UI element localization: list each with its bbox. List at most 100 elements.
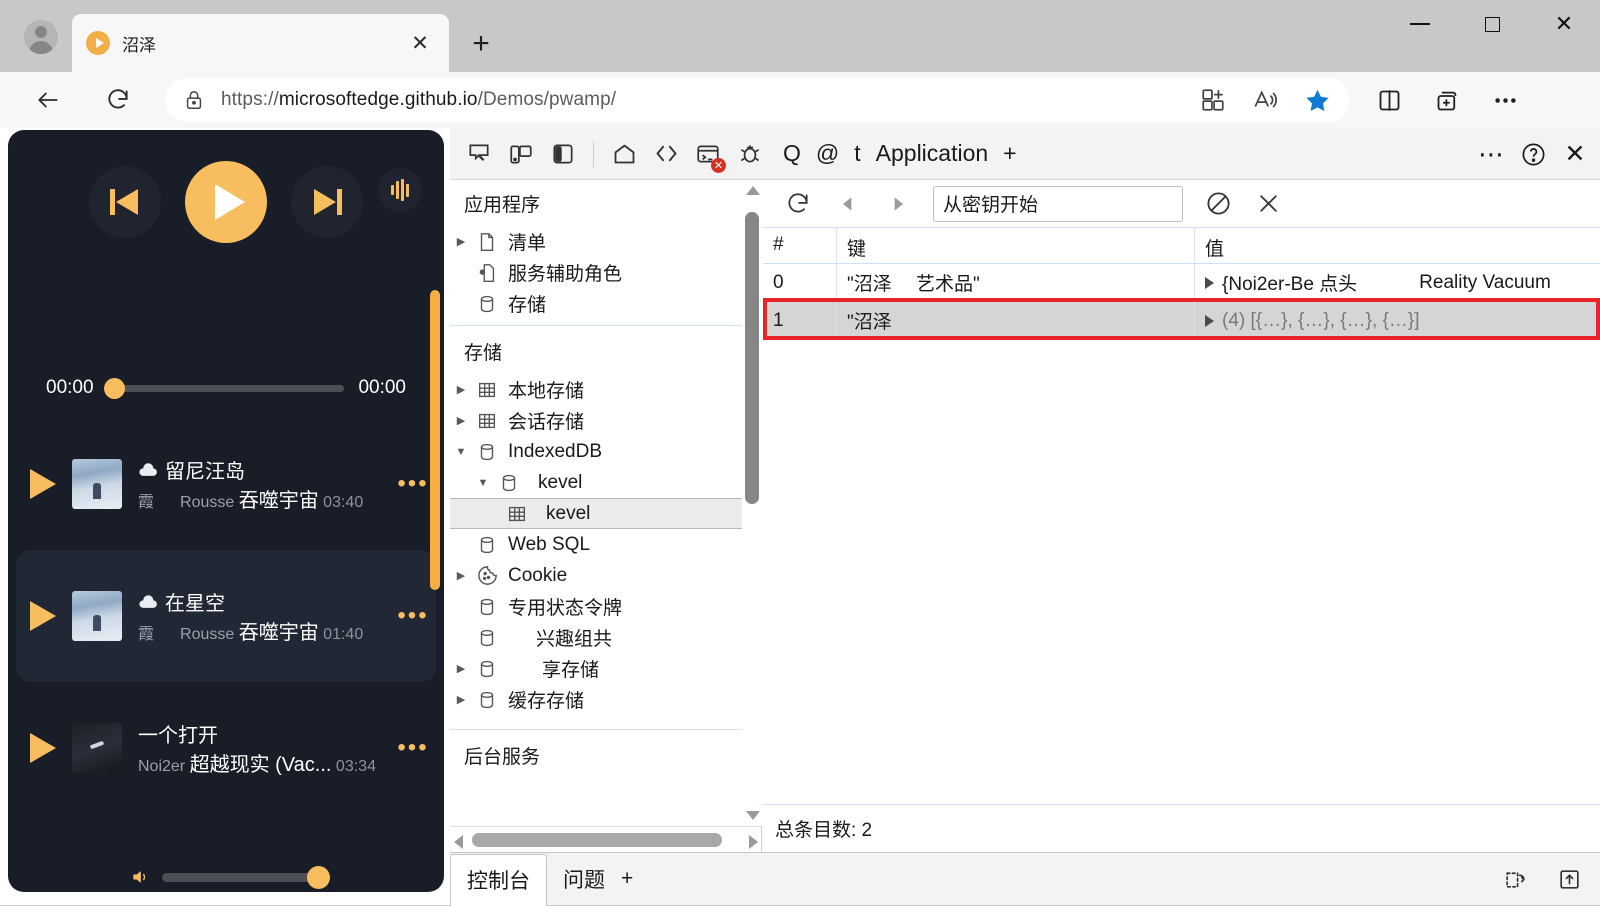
settings-more-icon[interactable] — [1478, 80, 1532, 120]
volume-icon — [130, 867, 150, 887]
expand-triangle-icon[interactable] — [1205, 315, 1214, 327]
tab-t[interactable]: t — [852, 134, 862, 173]
home-icon[interactable] — [603, 134, 645, 174]
scroll-down-arrow-icon[interactable] — [746, 811, 760, 820]
scroll-up-arrow-icon[interactable] — [746, 186, 760, 195]
sidebar-item-local-storage[interactable]: ▶ 本地存储 — [450, 374, 761, 405]
sidebar-item-cookies[interactable]: ▶ Cookie — [450, 560, 761, 591]
scrollbar-thumb[interactable] — [472, 833, 722, 847]
play-track-icon[interactable] — [30, 601, 56, 631]
list-item[interactable]: 留尼汪岛 霞Rousse 吞噬宇宙 03:40 ••• — [16, 418, 436, 550]
collections-icon[interactable] — [1420, 80, 1474, 120]
next-track-button[interactable] — [291, 166, 363, 238]
dock-side-icon[interactable] — [542, 134, 584, 174]
address-bar[interactable]: https://microsoftedge.github.io/Demos/pw… — [165, 78, 1350, 122]
more-tools-icon[interactable]: ⋯ — [1470, 134, 1512, 174]
sidebar-item-database-kevel[interactable]: ▼ kevel — [450, 467, 761, 498]
profile-button[interactable] — [10, 8, 72, 66]
scroll-left-arrow-icon[interactable] — [454, 835, 463, 849]
favorite-star-icon[interactable] — [1294, 81, 1340, 119]
sidebar-item-session-storage[interactable]: ▶ 会话存储 — [450, 405, 761, 436]
refresh-icon[interactable] — [775, 184, 821, 224]
delete-selected-icon[interactable] — [1245, 184, 1291, 224]
previous-page-icon[interactable] — [825, 184, 871, 224]
list-item[interactable]: 一个打开 Noi2er 超越现实 (Vac... 03:34 ••• — [16, 682, 436, 814]
play-track-icon[interactable] — [30, 469, 56, 499]
volume-handle[interactable] — [307, 866, 330, 889]
divider — [450, 325, 761, 326]
inspect-element-icon[interactable] — [458, 134, 500, 174]
sidebar-item-private-state-tokens[interactable]: 专用状态令牌 — [450, 591, 761, 622]
browser-tab[interactable]: 沼泽 ✕ — [72, 14, 449, 72]
sidebar-vertical-scrollbar[interactable] — [742, 180, 762, 826]
sidebar-item-indexeddb[interactable]: ▼ IndexedDB — [450, 436, 761, 467]
minimize-button[interactable] — [1384, 0, 1456, 48]
play-button[interactable] — [185, 161, 267, 243]
expand-triangle-icon[interactable] — [1205, 277, 1214, 289]
chevron-right-icon[interactable]: ▶ — [450, 569, 472, 582]
chevron-right-icon[interactable]: ▶ — [450, 414, 472, 427]
volume-slider[interactable] — [162, 873, 322, 882]
sidebar-item-interest-groups[interactable]: 兴趣组共 — [450, 622, 761, 653]
drawer-tab-issues[interactable]: 问题 — [547, 853, 621, 905]
previous-track-button[interactable] — [89, 166, 161, 238]
maximize-button[interactable] — [1456, 0, 1528, 48]
read-aloud-icon[interactable] — [1242, 81, 1288, 119]
reload-button[interactable] — [96, 78, 140, 122]
chevron-down-icon[interactable]: ▼ — [450, 446, 472, 458]
tab-add[interactable]: + — [1001, 134, 1018, 173]
sidebar-horizontal-scrollbar[interactable] — [450, 826, 762, 852]
help-icon[interactable] — [1512, 134, 1554, 174]
split-screen-icon[interactable] — [1190, 81, 1236, 119]
sidebar-item-service-workers[interactable]: 服务辅助角色 — [450, 257, 761, 288]
console-icon[interactable]: ✕ — [687, 134, 729, 174]
drawer-tab-add[interactable]: + — [621, 853, 649, 905]
tab-application[interactable]: Application — [874, 134, 991, 173]
chevron-right-icon[interactable]: ▶ — [450, 662, 472, 675]
sidebar-item-cache-storage[interactable]: ▶ 缓存存储 — [450, 684, 761, 715]
chevron-right-icon[interactable]: ▶ — [450, 693, 472, 706]
scroll-right-arrow-icon[interactable] — [749, 835, 758, 849]
visualizer-button[interactable] — [378, 168, 422, 212]
track-more-icon[interactable]: ••• — [390, 604, 436, 628]
dock-drawer-icon[interactable] — [1494, 859, 1536, 899]
sidebar-item-web-sql[interactable]: Web SQL — [450, 529, 761, 560]
seek-handle[interactable] — [104, 378, 125, 399]
column-header-key[interactable]: 键 — [837, 228, 1195, 263]
next-page-icon[interactable] — [875, 184, 921, 224]
sidebar-item-storage-overview[interactable]: 存储 — [450, 288, 761, 319]
sidebar-item-shared-storage[interactable]: ▶ 享存储 — [450, 653, 761, 684]
track-more-icon[interactable]: ••• — [390, 736, 436, 760]
scrollbar-thumb[interactable] — [745, 212, 759, 504]
close-devtools-icon[interactable]: ✕ — [1554, 134, 1596, 174]
chevron-down-icon[interactable]: ▼ — [472, 477, 494, 489]
expand-drawer-icon[interactable] — [1548, 859, 1590, 899]
chevron-right-icon[interactable]: ▶ — [450, 235, 472, 248]
sidebar-item-objectstore-kevel[interactable]: kevel — [450, 498, 761, 529]
list-item[interactable]: 在星空 霞Rousse 吞噬宇宙 01:40 ••• — [16, 550, 436, 682]
browser-essentials-icon[interactable] — [1362, 80, 1416, 120]
debugger-icon[interactable] — [729, 134, 771, 174]
drawer-tab-console[interactable]: 控制台 — [450, 854, 547, 906]
back-button[interactable] — [26, 78, 70, 122]
chevron-right-icon[interactable]: ▶ — [450, 383, 472, 396]
sidebar-item-label: 缓存存储 — [502, 686, 584, 713]
column-header-index[interactable]: # — [763, 228, 837, 263]
playlist-scrollbar[interactable] — [430, 290, 440, 590]
elements-icon[interactable] — [645, 134, 687, 174]
device-emulation-icon[interactable] — [500, 134, 542, 174]
play-track-icon[interactable] — [30, 733, 56, 763]
close-window-button[interactable]: ✕ — [1528, 0, 1600, 48]
table-row[interactable]: 0 "沼泽 艺术品" {Noi2er-Be 点头 Reality Vacuum — [763, 264, 1600, 302]
table-row[interactable]: 1 "沼泽 (4) [{…}, {…}, {…}, {…}] — [763, 302, 1600, 340]
sidebar-item-manifest[interactable]: ▶ 清单 — [450, 226, 761, 257]
tab-q[interactable]: Q — [781, 134, 803, 173]
clear-objectstore-icon[interactable] — [1195, 184, 1241, 224]
close-icon[interactable]: ✕ — [405, 28, 435, 58]
tab-at[interactable]: @ — [814, 134, 841, 173]
column-header-value[interactable]: 值 — [1195, 228, 1600, 263]
seek-slider[interactable] — [108, 385, 345, 392]
devtools-sidebar: 应用程序 ▶ 清单 服务辅助角色 存储 — [450, 180, 762, 852]
new-tab-button[interactable]: + — [460, 24, 502, 64]
start-from-key-input[interactable] — [933, 186, 1183, 222]
